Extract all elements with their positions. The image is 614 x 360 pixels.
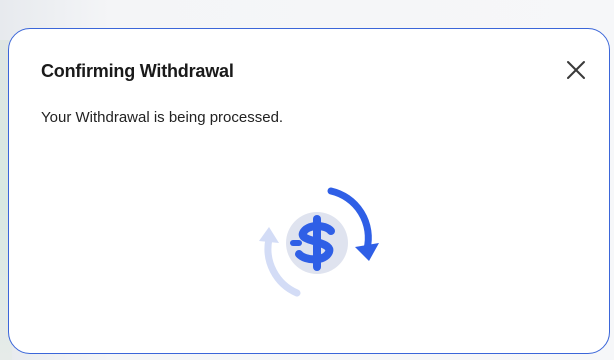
dollar-exchange-icon (259, 187, 379, 297)
dialog-message: Your Withdrawal is being processed. (41, 109, 284, 126)
dialog-title: Confirming Withdrawal (41, 61, 234, 81)
processing-graphic (239, 175, 389, 305)
close-icon (567, 61, 585, 79)
close-button[interactable] (565, 59, 587, 81)
withdrawal-dialog: Confirming Withdrawal Your Withdrawal is… (8, 28, 610, 354)
